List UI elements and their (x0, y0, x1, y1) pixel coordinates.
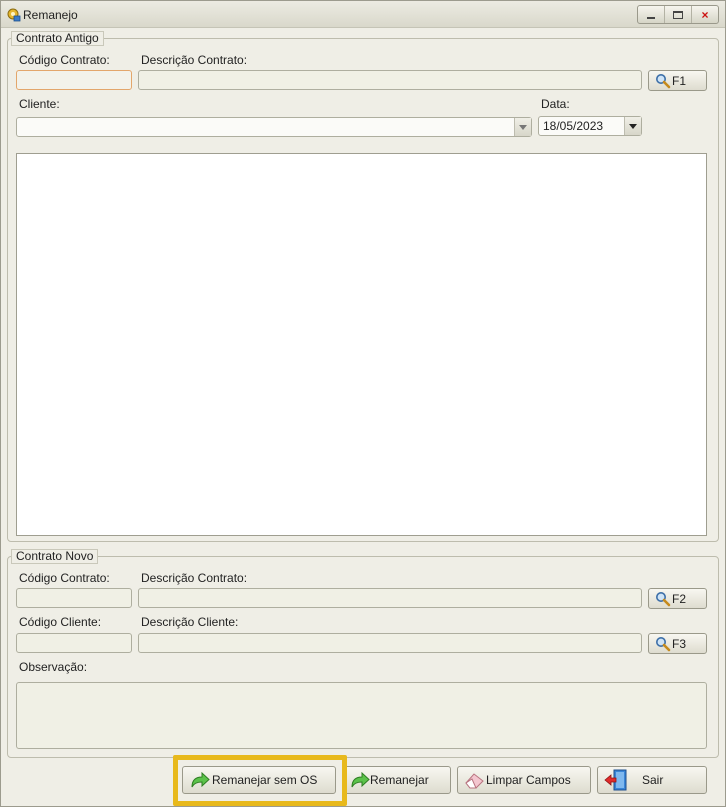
codigo-contrato-antigo-label: Código Contrato: (19, 53, 110, 67)
codigo-contrato-novo-input[interactable] (16, 588, 132, 608)
magnifier-icon (656, 636, 671, 651)
search-f2-label: F2 (672, 591, 687, 606)
remanejar-button[interactable]: Remanejar (342, 766, 451, 794)
descricao-contrato-novo-label: Descrição Contrato: (141, 571, 248, 585)
magnifier-icon (656, 591, 671, 606)
search-f2-button[interactable]: F2 (648, 588, 707, 609)
minimize-icon (647, 17, 655, 19)
window-controls: × (637, 5, 719, 24)
remanejo-window: Remanejo × Contrato Antigo Código Contra… (0, 0, 726, 807)
window-title: Remanejo (23, 8, 78, 22)
search-f3-label: F3 (672, 636, 687, 651)
title-bar: Remanejo × (1, 1, 725, 28)
cliente-dropdown-button[interactable] (514, 118, 531, 136)
codigo-contrato-antigo-input[interactable] (16, 70, 132, 90)
remanejar-sem-os-label: Remanejar sem OS (212, 773, 318, 787)
remanejar-sem-os-button[interactable]: Remanejar sem OS (182, 766, 336, 794)
app-icon (7, 8, 21, 22)
cliente-label: Cliente: (19, 97, 60, 111)
calendar-dropdown-icon (629, 123, 637, 129)
descricao-cliente-input[interactable] (138, 633, 642, 653)
chevron-down-icon (519, 124, 527, 130)
descricao-contrato-antigo-input[interactable] (138, 70, 642, 90)
descricao-cliente-label: Descrição Cliente: (141, 615, 239, 629)
sair-label: Sair (642, 773, 664, 787)
close-icon: × (701, 7, 709, 22)
data-dropdown-button[interactable] (624, 117, 641, 135)
contrato-antigo-legend: Contrato Antigo (11, 31, 104, 46)
maximize-button[interactable] (665, 6, 692, 23)
codigo-cliente-input[interactable] (16, 633, 132, 653)
limpar-campos-button[interactable]: Limpar Campos (457, 766, 591, 794)
green-arrow-icon (351, 771, 370, 788)
remanejar-label: Remanejar (370, 773, 429, 787)
data-label: Data: (541, 97, 570, 111)
exit-door-icon (604, 769, 627, 791)
search-f1-button[interactable]: F1 (648, 70, 707, 91)
observacao-textarea[interactable] (16, 682, 707, 749)
green-arrow-icon (191, 771, 210, 788)
search-f3-button[interactable]: F3 (648, 633, 707, 654)
descricao-contrato-antigo-label: Descrição Contrato: (141, 53, 248, 67)
limpar-campos-label: Limpar Campos (486, 773, 571, 787)
contrato-novo-legend: Contrato Novo (11, 549, 99, 564)
sair-button[interactable]: Sair (597, 766, 707, 794)
eraser-icon (465, 773, 484, 789)
minimize-button[interactable] (638, 6, 665, 23)
search-f1-label: F1 (672, 73, 687, 88)
descricao-contrato-novo-input[interactable] (138, 588, 642, 608)
magnifier-icon (656, 73, 671, 88)
contratos-grid[interactable] (16, 153, 707, 536)
codigo-contrato-novo-label: Código Contrato: (19, 571, 110, 585)
close-button[interactable]: × (692, 6, 718, 23)
maximize-icon (673, 10, 683, 19)
codigo-cliente-label: Código Cliente: (19, 615, 102, 629)
observacao-label: Observação: (19, 660, 88, 674)
cliente-combobox[interactable] (16, 117, 532, 137)
